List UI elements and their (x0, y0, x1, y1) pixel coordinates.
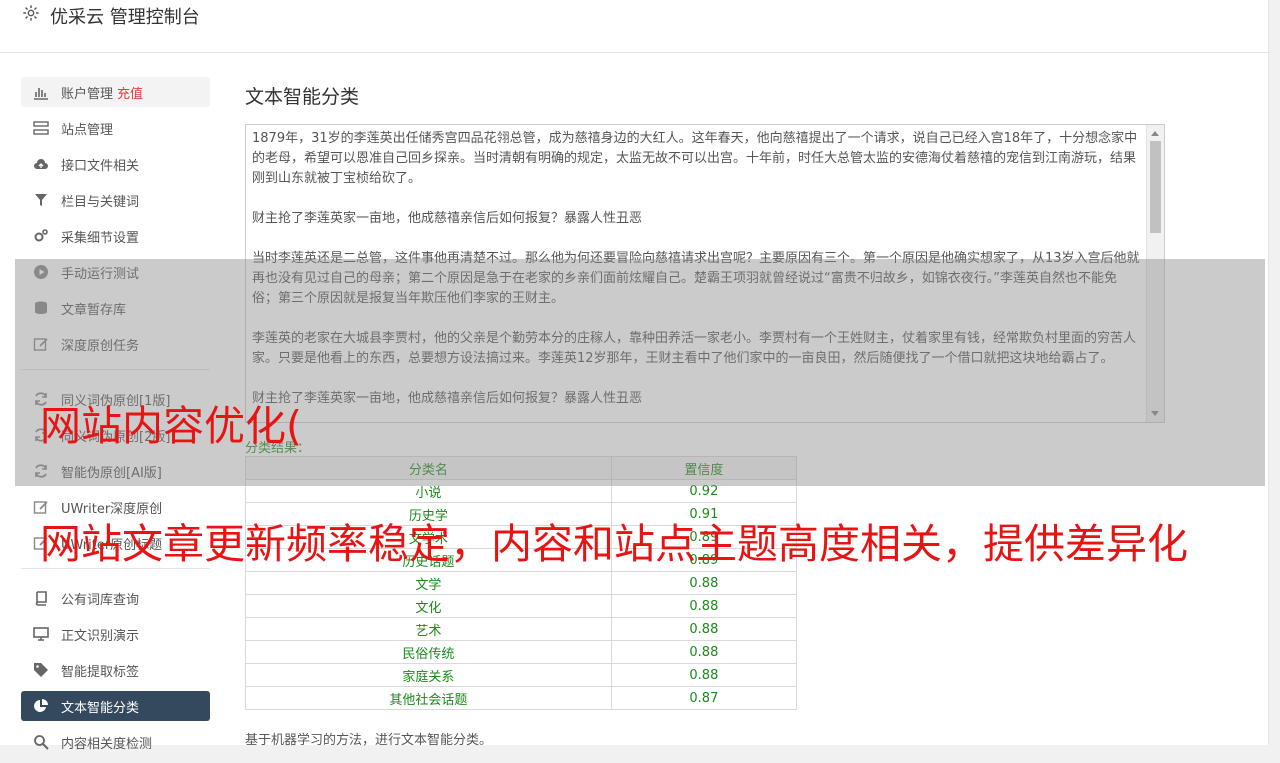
category-cell: 文学 (245, 571, 612, 595)
book-icon (32, 589, 50, 607)
filter-icon (32, 191, 50, 209)
sidebar-item-text-classify[interactable]: 文本智能分类 (21, 691, 210, 721)
confidence-cell: 0.88 (610, 640, 798, 664)
bar-chart-icon (32, 83, 50, 101)
confidence-cell: 0.88 (610, 571, 798, 595)
tag-icon (32, 661, 50, 679)
overlay-text-line1: 网站内容优化( (40, 402, 302, 450)
sidebar-item-interface[interactable]: 接口文件相关 (21, 149, 210, 179)
sidebar-item-label: UWriter深度原创 (61, 501, 163, 517)
sidebar-item-public-lexicon[interactable]: 公有词库查询 (21, 583, 210, 613)
category-cell: 民俗传统 (245, 640, 612, 664)
overlay-text-line2: 网站文章更新频率稳定，内容和站点主题高度相关，提供差异化 (40, 520, 1188, 568)
sidebar-item-uwriter-deep[interactable]: UWriter深度原创 (21, 492, 210, 522)
table-row: 其他社会话题 0.87 (245, 686, 798, 710)
scroll-up-arrow-icon[interactable] (1151, 131, 1159, 136)
recharge-link[interactable]: 充值 (117, 83, 143, 102)
sidebar-item-keywords[interactable]: 栏目与关键词 (21, 185, 210, 215)
sidebar-item-label: 栏目与关键词 (61, 194, 140, 210)
content-area: 文本智能分类 1879年，31岁的李莲英出任储秀宫四品花翎总管，成为慈禧身边的大… (245, 77, 1165, 748)
table-row: 艺术 0.88 (245, 617, 798, 641)
method-note: 基于机器学习的方法，进行文本智能分类。 (245, 733, 493, 748)
confidence-cell: 0.88 (610, 617, 798, 641)
category-cell: 其他社会话题 (245, 686, 612, 710)
sidebar-item-label: 账户管理 (61, 86, 114, 102)
sidebar-item-label: 正文识别演示 (61, 628, 140, 644)
scroll-thumb[interactable] (1150, 141, 1161, 233)
sidebar-item-label: 采集细节设置 (61, 230, 140, 246)
cloud-upload-icon (32, 155, 50, 173)
overlay-band (15, 259, 1265, 486)
sidebar-item-relevance[interactable]: 内容相关度检测 (21, 727, 210, 757)
table-row: 家庭关系 0.88 (245, 663, 798, 687)
pie-chart-icon (32, 697, 50, 715)
sidebar-item-label: 智能提取标签 (61, 664, 140, 680)
monitor-icon (32, 625, 50, 643)
sidebar-item-label: 接口文件相关 (61, 158, 140, 174)
section-title: 文本智能分类 (245, 86, 360, 108)
server-icon (32, 119, 50, 137)
sidebar-item-label: 内容相关度检测 (61, 736, 153, 752)
page-title: 优采云 管理控制台 (50, 7, 200, 28)
table-row: 文化 0.88 (245, 594, 798, 618)
sidebar-divider (21, 568, 210, 569)
sidebar-item-label: 公有词库查询 (61, 592, 140, 608)
edit-icon (32, 498, 50, 516)
top-header: 优采云 管理控制台 (0, 0, 1269, 53)
sidebar-item-account[interactable]: 账户管理 充值 (21, 77, 210, 107)
table-row: 文学 0.88 (245, 571, 798, 595)
gear-icon (22, 4, 40, 22)
category-cell: 家庭关系 (245, 663, 612, 687)
confidence-cell: 0.87 (610, 686, 798, 710)
text-paragraph: 1879年，31岁的李莲英出任储秀宫四品花翎总管，成为慈禧身边的大红人。这年春天… (252, 131, 1138, 186)
cogs-icon (32, 227, 50, 245)
confidence-cell: 0.88 (610, 663, 798, 687)
category-cell: 艺术 (245, 617, 612, 641)
sidebar-item-label: 文本智能分类 (61, 700, 140, 716)
text-paragraph: 财主抢了李莲英家一亩地，他成慈禧亲信后如何报复？暴露人性丑恶 (252, 211, 643, 226)
category-cell: 文化 (245, 594, 612, 618)
sidebar-item-collect-settings[interactable]: 采集细节设置 (21, 221, 210, 251)
sidebar-item-label: 站点管理 (61, 122, 114, 138)
sidebar-item-sites[interactable]: 站点管理 (21, 113, 210, 143)
sidebar-item-body-detect[interactable]: 正文识别演示 (21, 619, 210, 649)
search-icon (32, 733, 50, 751)
table-row: 民俗传统 0.88 (245, 640, 798, 664)
confidence-cell: 0.88 (610, 594, 798, 618)
sidebar-item-tag-extract[interactable]: 智能提取标签 (21, 655, 210, 685)
result-table: 分类名 置信度 小说 0.92 历史学 0.91 文学术 0.89 历史话题 0.89 … (245, 456, 798, 710)
